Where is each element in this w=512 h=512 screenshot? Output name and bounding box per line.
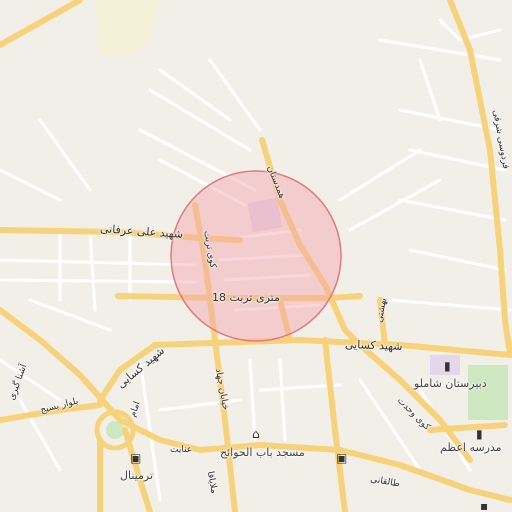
poi-label-terminal[interactable]: ترمینال <box>120 470 153 481</box>
school-icon[interactable]: ▮ <box>476 428 483 440</box>
poi-label-azam-school[interactable]: مدرسه اعظم <box>440 442 502 453</box>
building-icon[interactable]: ▪ <box>480 500 488 512</box>
park-area <box>468 365 508 420</box>
poi-label-shamlou-school[interactable]: دبیرستان شاملو <box>414 378 487 389</box>
road-label-kasaei: شهید کسایی <box>344 338 403 353</box>
school-icon[interactable]: ▮ <box>444 360 451 372</box>
road-label-enayat: عنایت <box>170 445 193 455</box>
poi-label-bab-alhavaej-mosque[interactable]: مسجد باب الحوائج <box>220 447 305 458</box>
mosque-icon[interactable]: ⌂ <box>252 428 260 440</box>
bus-icon[interactable]: ▣ <box>130 452 141 464</box>
map-canvas[interactable]: شهید علی عرفانی 18 متری تربت شهید کسایی … <box>0 0 512 512</box>
road-label-torbat-18m: 18 متری تربت <box>212 291 280 304</box>
bus-icon[interactable]: ▣ <box>336 452 347 464</box>
search-radius-circle <box>170 170 342 342</box>
